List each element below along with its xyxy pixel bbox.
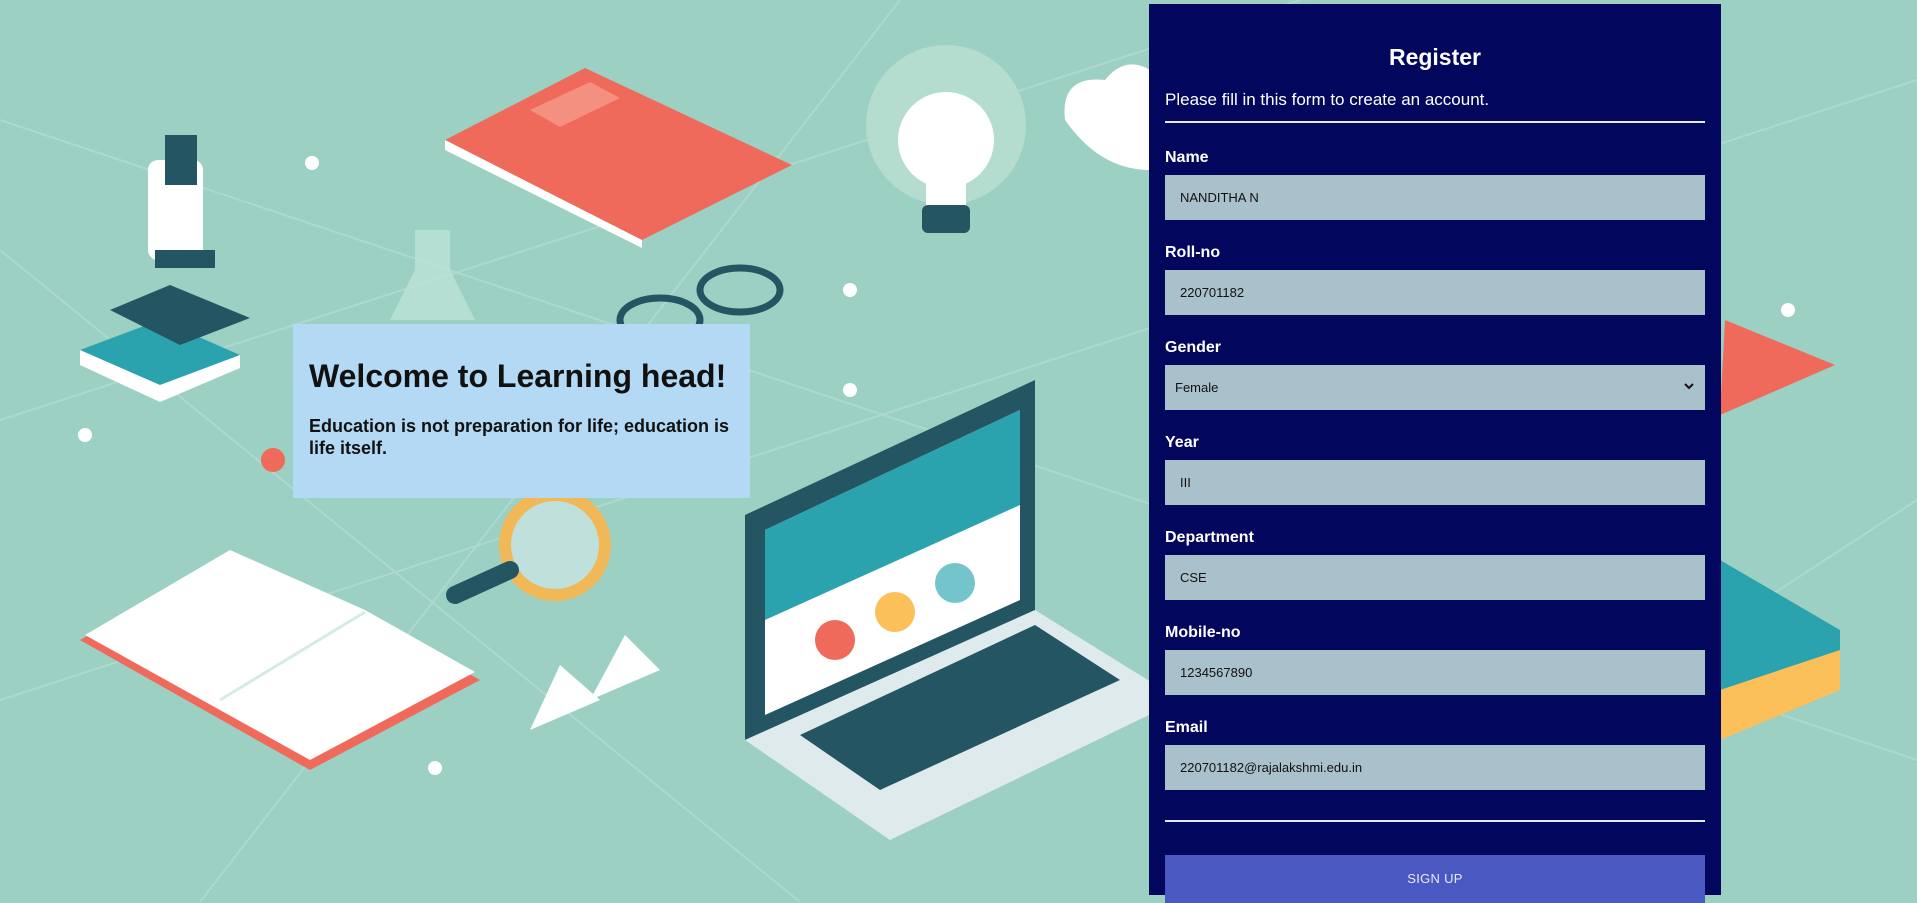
divider [1165,820,1705,822]
welcome-quote: Education is not preparation for life; e… [309,416,730,458]
chevron-down-icon [1684,383,1694,390]
mobile-no-label: Mobile-no [1165,624,1241,641]
sign-up-button[interactable]: SIGN UP [1165,855,1705,903]
email-label: Email [1165,719,1208,736]
gender-label: Gender [1165,339,1222,356]
book-illustration [80,550,480,770]
register-subtitle: Please fill in this form to create an ac… [1165,90,1490,109]
email-input[interactable]: 220701182@rajalakshmi.edu.in [1165,745,1705,790]
cloud-illustration [1064,64,1150,170]
lightbulb-illustration [866,45,1026,233]
department-input[interactable]: CSE [1165,555,1705,600]
gender-select[interactable]: Female [1165,365,1705,410]
name-input[interactable]: NANDITHA N [1165,175,1705,220]
department-label: Department [1165,529,1254,546]
laptop-illustration [745,380,1180,840]
books-stack-illustration [1720,560,1840,740]
divider [1165,121,1705,123]
roll-no-input[interactable]: 220701182 [1165,270,1705,315]
year-label: Year [1165,434,1199,451]
roll-no-label: Roll-no [1165,244,1221,261]
register-form: Register Please fill in this form to cre… [1149,4,1721,903]
graduates-illustration [530,635,660,730]
microscope-illustration [80,135,250,402]
gender-selected-value: Female [1175,380,1219,395]
year-input[interactable]: III [1165,460,1705,505]
register-title: Register [1388,44,1482,70]
welcome-card: Welcome to Learning head! Education is n… [293,324,750,498]
mobile-no-input[interactable]: 1234567890 [1165,650,1705,695]
welcome-title: Welcome to Learning head! [309,358,727,394]
name-label: Name [1165,149,1209,166]
ruler-illustration [1720,320,1835,415]
notebook-illustration [445,68,792,248]
